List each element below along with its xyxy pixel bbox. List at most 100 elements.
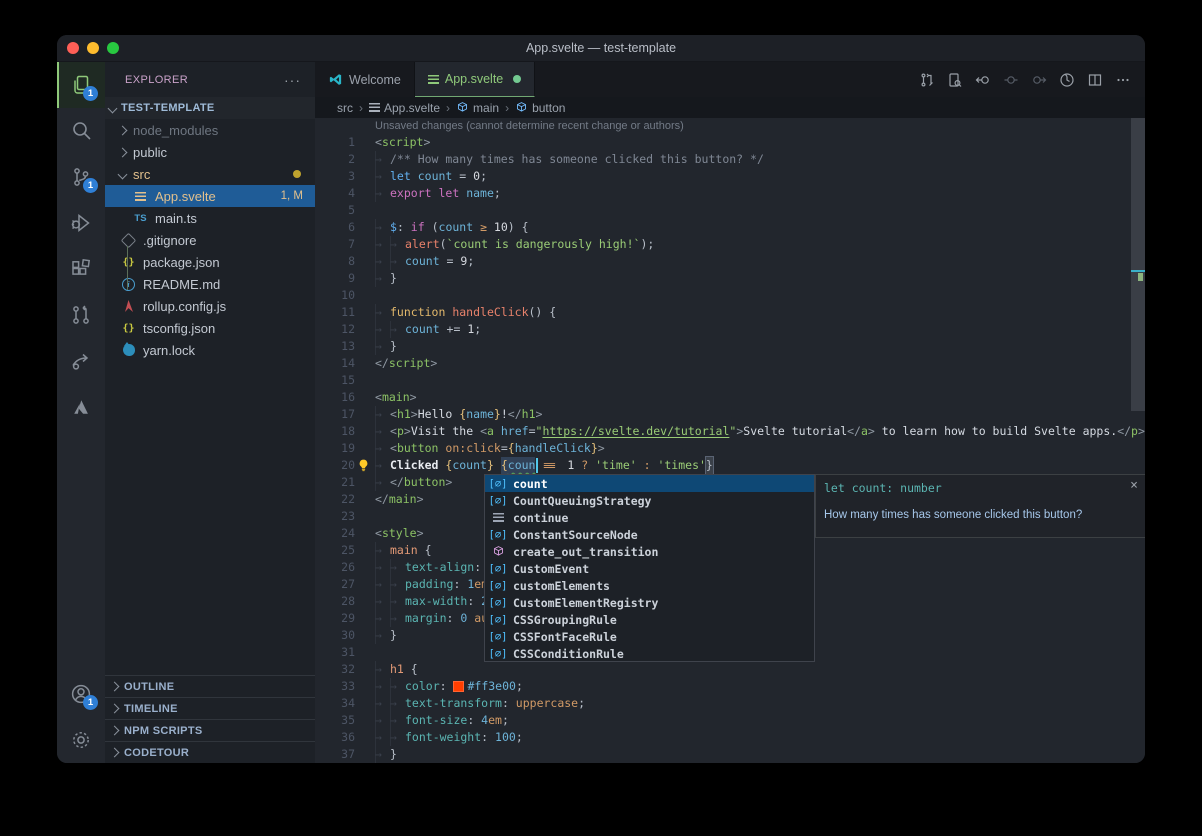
breadcrumb-item-main[interactable]: main	[456, 101, 499, 115]
tree-item-main-ts[interactable]: TSmain.ts	[105, 207, 315, 229]
workspace-section-header[interactable]: TEST-TEMPLATE	[105, 97, 315, 119]
tree-item-readme-md[interactable]: iREADME.md	[105, 273, 315, 295]
code-line-12[interactable]: 12→→count += 1;	[315, 321, 1145, 338]
title-bar[interactable]: App.svelte — test-template	[57, 35, 1145, 62]
code-line-20[interactable]: 20→Clicked {count} {coun≡ 1 ? 'time' : '…	[315, 457, 1145, 474]
code-editor[interactable]: Unsaved changes (cannot determine recent…	[315, 118, 1145, 763]
code-line-4[interactable]: 4→export let name;	[315, 185, 1145, 202]
section-header-outline[interactable]: OUTLINE	[105, 675, 315, 697]
breadcrumb-item-src[interactable]: src	[337, 101, 353, 115]
editor-group: WelcomeApp.svelte src›App.svelte›main›bu…	[315, 62, 1145, 763]
breadcrumb-item-button[interactable]: button	[515, 101, 565, 115]
tree-item--gitignore[interactable]: .gitignore	[105, 229, 315, 251]
tree-item-package-json[interactable]: {}package.json	[105, 251, 315, 273]
code-line-10[interactable]: 10	[315, 287, 1145, 304]
next-change-button[interactable]	[1027, 68, 1051, 92]
more-actions-button[interactable]	[1111, 68, 1135, 92]
symbol-module-icon	[489, 545, 507, 558]
line-content: →export let name;	[375, 185, 501, 202]
current-revision-button[interactable]	[999, 68, 1023, 92]
tab-app-svelte[interactable]: App.svelte	[415, 62, 535, 97]
code-line-36[interactable]: 36→→font-weight: 100;	[315, 729, 1145, 746]
tree-item-node-modules[interactable]: node_modules	[105, 119, 315, 141]
suggest-item-create-out-transition[interactable]: create_out_transition	[485, 543, 814, 560]
badge: 1	[83, 178, 98, 193]
activity-bar-item-github-pull-requests[interactable]	[57, 292, 105, 338]
suggest-item-countqueuingstrategy[interactable]: [∅]CountQueuingStrategy	[485, 492, 814, 509]
line-content: →$: if (count ≥ 10) {	[375, 219, 529, 236]
suggest-item-customelements[interactable]: [∅]customElements	[485, 577, 814, 594]
tree-item-src[interactable]: src	[105, 163, 315, 185]
activity-bar-item-accounts[interactable]: 1	[57, 671, 105, 717]
code-line-13[interactable]: 13→}	[315, 338, 1145, 355]
gitlens-annotation: Unsaved changes (cannot determine recent…	[315, 118, 1145, 134]
suggest-item-cssgroupingrule[interactable]: [∅]CSSGroupingRule	[485, 611, 814, 628]
code-line-16[interactable]: 16<main>	[315, 389, 1145, 406]
scrollbar-thumb[interactable]	[1131, 118, 1145, 411]
tab-welcome[interactable]: Welcome	[315, 62, 415, 97]
code-line-33[interactable]: 33→→color: #ff3e00;	[315, 678, 1145, 695]
suggest-item-customelementregistry[interactable]: [∅]CustomElementRegistry	[485, 594, 814, 611]
breadcrumb-item-app-svelte[interactable]: App.svelte	[369, 101, 440, 115]
suggest-item-count[interactable]: [∅]count	[485, 475, 814, 492]
activity-bar-item-extensions[interactable]	[57, 246, 105, 292]
code-line-32[interactable]: 32→h1 {	[315, 661, 1145, 678]
code-line-1[interactable]: 1<script>	[315, 134, 1145, 151]
section-header-npm-scripts[interactable]: NPM SCRIPTS	[105, 719, 315, 741]
tree-item-yarn-lock[interactable]: yarn.lock	[105, 339, 315, 361]
activity-bar-item-settings[interactable]	[57, 717, 105, 763]
compare-changes-button[interactable]	[915, 68, 939, 92]
code-line-6[interactable]: 6→$: if (count ≥ 10) {	[315, 219, 1145, 236]
more-actions-icon[interactable]: ···	[284, 72, 301, 88]
suggest-item-cssfontfacerule[interactable]: [∅]CSSFontFaceRule	[485, 628, 814, 645]
code-line-35[interactable]: 35→→font-size: 4em;	[315, 712, 1145, 729]
code-line-15[interactable]: 15	[315, 372, 1145, 389]
suggest-item-label: customElements	[513, 579, 610, 593]
line-content: →→text-align:	[375, 559, 488, 576]
activity-bar-item-azure[interactable]	[57, 384, 105, 430]
gear-icon	[69, 728, 93, 752]
code-line-14[interactable]: 14</script>	[315, 355, 1145, 372]
section-header-timeline[interactable]: TIMELINE	[105, 697, 315, 719]
tree-item-app-svelte[interactable]: App.svelte1, M	[105, 185, 315, 207]
code-line-18[interactable]: 18→<p>Visit the <a href="https://svelte.…	[315, 423, 1145, 440]
activity-bar-item-run-debug[interactable]	[57, 200, 105, 246]
suggest-docs-panel: let count: number How many times has som…	[815, 474, 1145, 538]
tree-item-tsconfig-json[interactable]: {}tsconfig.json	[105, 317, 315, 339]
code-line-7[interactable]: 7→→alert(`count is dangerously high!`);	[315, 236, 1145, 253]
zoom-window-button[interactable]	[107, 42, 119, 54]
suggest-item-continue[interactable]: continue	[485, 509, 814, 526]
suggest-item-constantsourcenode[interactable]: [∅]ConstantSourceNode	[485, 526, 814, 543]
modified-dot	[513, 75, 521, 83]
code-line-8[interactable]: 8→→count = 9;	[315, 253, 1145, 270]
tree-item-rollup-config-js[interactable]: rollup.config.js	[105, 295, 315, 317]
lightbulb-icon[interactable]	[356, 458, 371, 473]
suggest-item-customevent[interactable]: [∅]CustomEvent	[485, 560, 814, 577]
code-line-11[interactable]: 11→function handleClick() {	[315, 304, 1145, 321]
info-icon: i	[121, 277, 136, 292]
tree-item-label: main.ts	[155, 211, 197, 226]
section-header-codetour[interactable]: CODETOUR	[105, 741, 315, 763]
line-number: 8	[315, 253, 355, 270]
previous-change-button[interactable]	[971, 68, 995, 92]
code-line-2[interactable]: 2→/** How many times has someone clicked…	[315, 151, 1145, 168]
activity-bar-item-live-share[interactable]	[57, 338, 105, 384]
activity-bar-item-source-control[interactable]: 1	[57, 154, 105, 200]
open-changes-button[interactable]	[943, 68, 967, 92]
close-window-button[interactable]	[67, 42, 79, 54]
activity-bar-item-explorer[interactable]: 1	[57, 62, 105, 108]
code-line-17[interactable]: 17→<h1>Hello {name}!</h1>	[315, 406, 1145, 423]
suggest-item-cssconditionrule[interactable]: [∅]CSSConditionRule	[485, 645, 814, 662]
line-content: →h1 {	[375, 661, 418, 678]
code-line-3[interactable]: 3→let count = 0;	[315, 168, 1145, 185]
code-line-37[interactable]: 37→}	[315, 746, 1145, 763]
activity-bar-item-search[interactable]	[57, 108, 105, 154]
code-line-5[interactable]: 5	[315, 202, 1145, 219]
file-history-button[interactable]	[1055, 68, 1079, 92]
split-editor-button[interactable]	[1083, 68, 1107, 92]
code-line-9[interactable]: 9→}	[315, 270, 1145, 287]
code-line-34[interactable]: 34→→text-transform: uppercase;	[315, 695, 1145, 712]
minimize-window-button[interactable]	[87, 42, 99, 54]
tree-item-public[interactable]: public	[105, 141, 315, 163]
code-line-19[interactable]: 19→<button on:click={handleClick}>	[315, 440, 1145, 457]
